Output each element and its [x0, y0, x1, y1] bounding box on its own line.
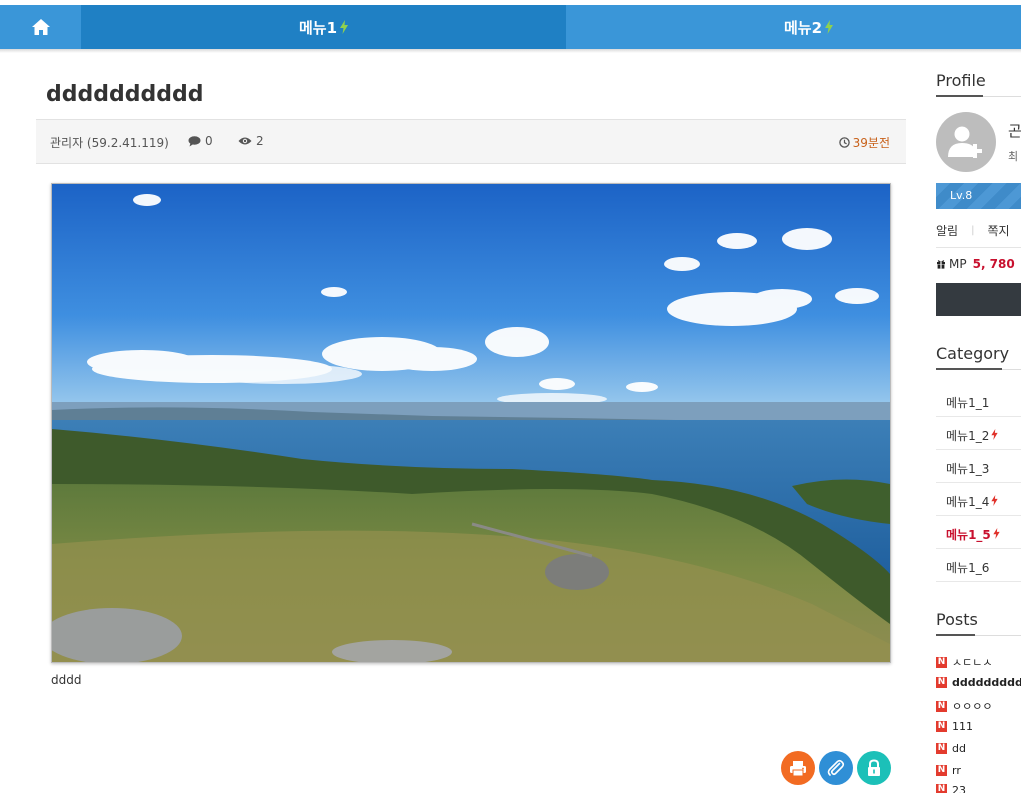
mp-label: MP: [949, 257, 967, 271]
profile-action-button[interactable]: [936, 283, 1021, 316]
profile-links: 알림 | 쪽지: [936, 222, 1010, 239]
comment-count-value: 0: [205, 134, 213, 148]
new-badge: N: [936, 700, 947, 712]
paperclip-icon: [827, 759, 845, 776]
recent-post-title: ㅅㄷㄴㅅ: [952, 656, 993, 669]
category-item-menu1-1[interactable]: 메뉴1_1: [936, 384, 1021, 417]
mp-value: 5, 780: [972, 257, 1015, 271]
nav-tab-label: 메뉴1: [298, 18, 338, 37]
posts-heading: Posts: [936, 610, 978, 629]
gift-icon: [937, 260, 945, 269]
profile-heading: Profile: [936, 71, 986, 90]
nav-tab-label: 메뉴2: [783, 18, 823, 37]
user-add-icon: [948, 126, 982, 158]
category-item-menu1-5[interactable]: 메뉴1_5: [936, 516, 1021, 549]
print-icon: [790, 760, 806, 776]
recent-post-item[interactable]: N ㅅㄷㄴㅅ: [936, 654, 992, 670]
recent-post-item[interactable]: N dd: [936, 742, 966, 755]
nav-home-button[interactable]: [0, 5, 81, 49]
new-badge: N: [936, 784, 947, 793]
clock-icon: [838, 137, 850, 148]
bolt-icon: [991, 495, 999, 506]
message-link[interactable]: 쪽지: [987, 222, 1009, 239]
level-label: Lv.8: [950, 189, 973, 202]
category-item-label: 메뉴1_5: [946, 526, 1000, 543]
post-title: dddddddddd: [46, 82, 204, 107]
post-time: 39분전: [838, 134, 890, 151]
divider: [936, 247, 1021, 248]
lock-icon: [868, 759, 880, 776]
new-badge: N: [936, 677, 947, 688]
category-item-menu1-3[interactable]: 메뉴1_3: [936, 450, 1021, 483]
category-item-menu1-2[interactable]: 메뉴1_2: [936, 417, 1021, 450]
new-badge: N: [936, 743, 947, 754]
print-button[interactable]: [781, 751, 815, 785]
recent-post-title: dddddddddd: [952, 676, 1021, 689]
new-badge: N: [936, 656, 947, 668]
profile-sub: 최: [1008, 150, 1019, 163]
home-icon: [31, 19, 50, 35]
divider: |: [971, 225, 975, 236]
nav-tab-menu1[interactable]: 메뉴1: [81, 5, 566, 49]
nav-shadow: [0, 49, 1021, 53]
mp-points: MP 5, 780: [936, 257, 1015, 271]
post-author[interactable]: 관리자 (59.2.41.119): [50, 134, 169, 151]
bolt-icon: [993, 528, 1000, 539]
top-navigation: 메뉴1 메뉴2: [0, 0, 1021, 53]
post-meta-bar: 관리자 (59.2.41.119) 0 2 39분전: [36, 119, 906, 164]
recent-post-item[interactable]: N rr: [936, 764, 961, 777]
recent-post-title: 23: [952, 784, 966, 793]
category-item-menu1-6[interactable]: 메뉴1_6: [936, 549, 1021, 582]
category-heading-underline: [936, 368, 1021, 370]
category-item-label: 메뉴1_1: [946, 396, 990, 410]
nav-tab-menu2[interactable]: 메뉴2: [566, 5, 1021, 49]
category-heading: Category: [936, 344, 1010, 363]
post-time-value: 39분전: [852, 136, 890, 150]
bolt-icon: [340, 20, 349, 34]
profile-name[interactable]: 곤: [1008, 120, 1021, 141]
new-badge: N: [936, 765, 947, 776]
category-item-label: 메뉴1_2: [946, 427, 999, 444]
recent-post-item[interactable]: N 111: [936, 720, 973, 733]
recent-post-item[interactable]: N ㅇㅇㅇㅇ: [936, 698, 992, 714]
recent-post-title: dd: [952, 742, 966, 755]
new-badge: N: [936, 721, 947, 732]
alarm-link[interactable]: 알림: [936, 222, 958, 239]
category-item-menu1-4[interactable]: 메뉴1_4: [936, 483, 1021, 516]
bolt-icon: [825, 20, 834, 34]
avatar[interactable]: [936, 112, 996, 172]
comment-icon: [188, 135, 201, 146]
post-view-count: 2: [238, 134, 264, 148]
post-comment-count: 0: [188, 134, 213, 148]
post-image-landscape-photo: [51, 183, 891, 663]
attachment-button[interactable]: [819, 751, 853, 785]
eye-icon: [238, 137, 252, 145]
level-bar: Lv.8: [936, 183, 1021, 209]
recent-post-title: rr: [952, 764, 961, 777]
category-item-label: 메뉴1_3: [946, 462, 990, 476]
recent-post-item[interactable]: N 23: [936, 784, 966, 793]
bolt-icon: [991, 429, 999, 440]
recent-post-title: 111: [952, 720, 973, 733]
profile-heading-underline: [936, 95, 1021, 97]
category-item-label: 메뉴1_6: [946, 561, 990, 575]
posts-heading-underline: [936, 634, 1021, 636]
category-item-label: 메뉴1_4: [946, 493, 999, 510]
recent-post-title: ㅇㅇㅇㅇ: [952, 700, 993, 713]
view-count-value: 2: [256, 134, 264, 148]
lock-button[interactable]: [857, 751, 891, 785]
post-body: dddd: [51, 673, 82, 687]
recent-post-item[interactable]: N dddddddddd: [936, 676, 1021, 689]
